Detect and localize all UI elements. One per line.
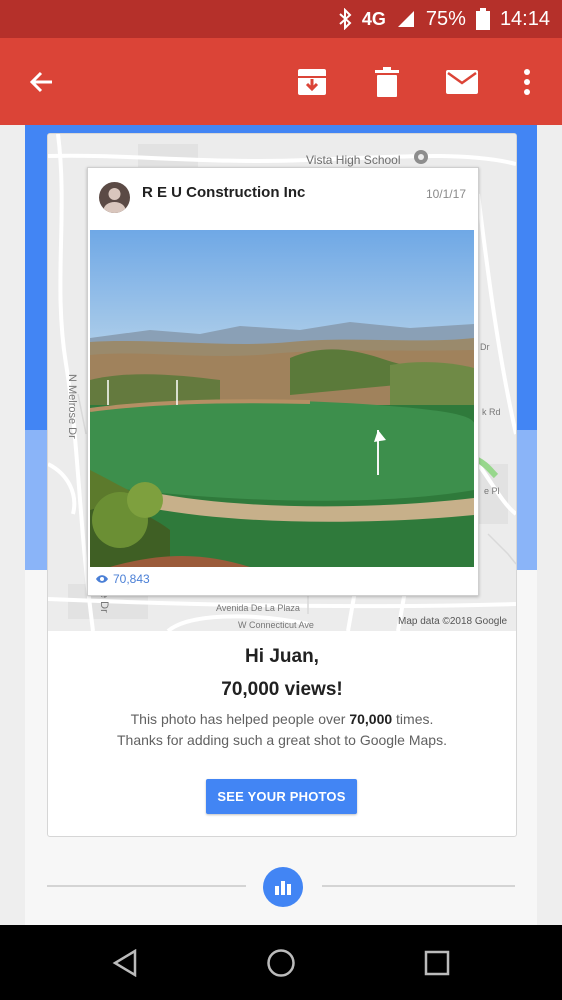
- status-bar-right: 4G 75% 14:14: [338, 0, 550, 38]
- business-name: R E U Construction Inc: [142, 184, 306, 201]
- greeting: Hi Juan,: [245, 646, 319, 667]
- putting-green-photo[interactable]: [90, 230, 474, 567]
- bar-chart-icon: [275, 881, 291, 895]
- status-bar: 4G 75% 14:14: [0, 0, 562, 38]
- photo-post-card[interactable]: R E U Construction Inc 10/1/17 70,843: [87, 167, 479, 596]
- mail-icon: [446, 69, 478, 94]
- email-body[interactable]: Vista High School N Melrose Dr e Dr Aven…: [0, 125, 562, 925]
- recents-square-icon: [424, 950, 450, 975]
- email-card: Vista High School N Melrose Dr e Dr Aven…: [47, 133, 517, 837]
- map-label-pl: e Pl: [484, 486, 500, 496]
- delete-button[interactable]: [357, 38, 417, 125]
- battery-icon: [475, 8, 490, 30]
- network-type: 4G: [361, 8, 386, 29]
- nav-home-button[interactable]: [241, 925, 321, 1000]
- clock: 14:14: [499, 7, 550, 30]
- avatar: [99, 182, 130, 213]
- body-highlight: 70,000: [349, 711, 393, 727]
- post-date: 10/1/17: [425, 187, 466, 201]
- stats-badge: [263, 867, 303, 907]
- trash-icon: [375, 66, 399, 97]
- map-attribution: Map data ©2018 Google: [398, 616, 508, 627]
- see-your-photos-button[interactable]: SEE YOUR PHOTOS: [206, 779, 357, 814]
- mark-unread-button[interactable]: [432, 38, 492, 125]
- archive-icon: [298, 68, 326, 95]
- map-label-dr: Dr: [480, 342, 490, 352]
- app-bar: [0, 38, 562, 125]
- map-label-street-left: N Melrose Dr: [66, 374, 78, 439]
- eye-icon: [96, 575, 108, 583]
- bluetooth-icon: [338, 8, 352, 30]
- home-circle-icon: [267, 948, 295, 977]
- signal-icon: [396, 9, 416, 29]
- back-arrow-icon: [29, 71, 52, 92]
- map-label-avenida: Avenida De La Plaza: [216, 603, 300, 613]
- archive-button[interactable]: [282, 38, 342, 125]
- map-label-rd: k Rd: [482, 407, 501, 417]
- headline: 70,000 views!: [221, 679, 343, 700]
- divider-left: [47, 885, 246, 887]
- divider-right: [322, 885, 515, 887]
- back-triangle-icon: [112, 948, 137, 977]
- body-text: This photo has helped people over 70,000…: [117, 711, 447, 748]
- battery-percent: 75%: [425, 7, 466, 30]
- nav-back-button[interactable]: [85, 925, 165, 1000]
- nav-recents-button[interactable]: [397, 925, 477, 1000]
- view-count-value: 70,843: [113, 572, 150, 586]
- view-count: 70,843: [95, 572, 150, 586]
- map-label-school: Vista High School: [306, 153, 401, 167]
- map-label-connecticut: W Connecticut Ave: [238, 620, 314, 630]
- back-button[interactable]: [12, 38, 72, 125]
- more-options-button[interactable]: [497, 38, 557, 125]
- more-vert-icon: [524, 68, 530, 95]
- system-nav-bar: [0, 925, 562, 1000]
- map-background: Vista High School N Melrose Dr e Dr Aven…: [48, 134, 516, 631]
